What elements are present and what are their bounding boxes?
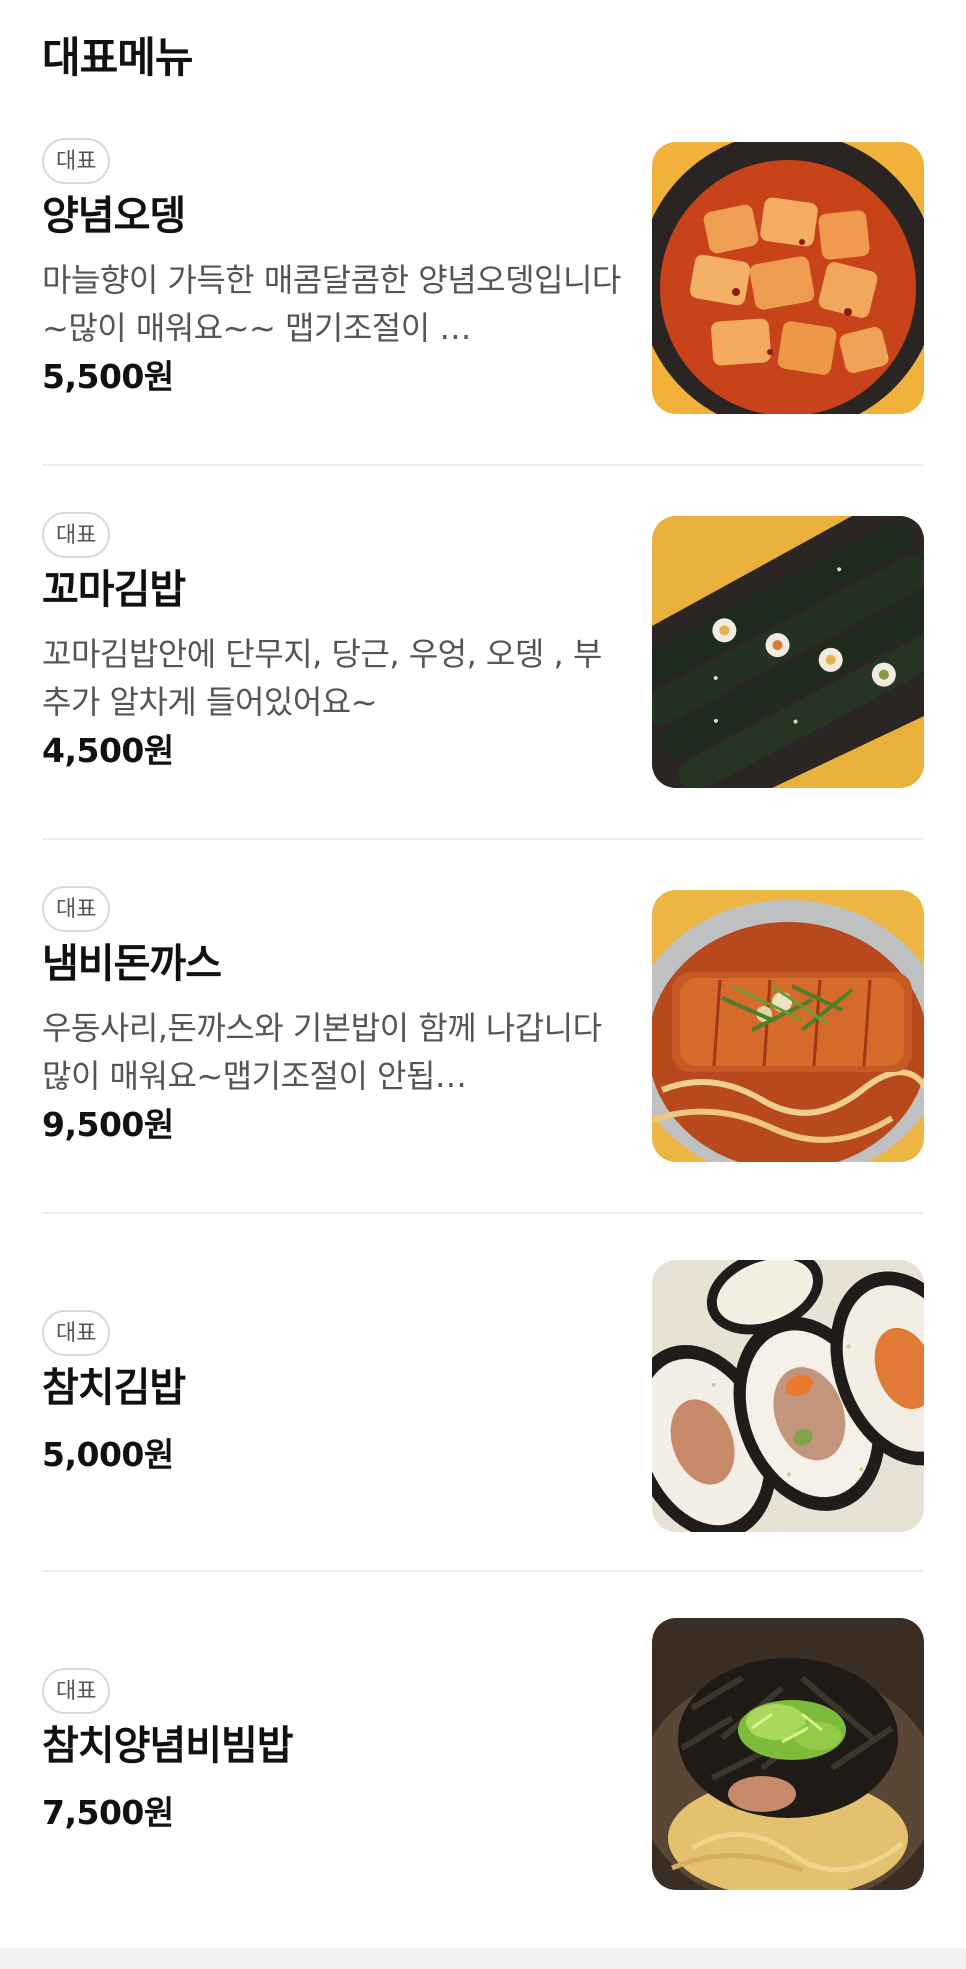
pot-tonkatsu-photo bbox=[652, 890, 924, 1162]
menu-item-info: 대표 냄비돈까스 우동사리,돈까스와 기본밥이 함께 나갑니다 많이 매워요~맵… bbox=[42, 886, 622, 1162]
signature-badge: 대표 bbox=[42, 1668, 111, 1714]
divider bbox=[42, 1212, 924, 1214]
signature-badge: 대표 bbox=[42, 886, 111, 932]
menu-item-price: 9,500원 bbox=[42, 1105, 174, 1144]
menu-item-name: 양념오뎅 bbox=[42, 193, 186, 239]
menu-item-price: 4,500원 bbox=[42, 731, 174, 770]
section-title: 대표메뉴 bbox=[42, 33, 194, 82]
divider bbox=[42, 1570, 924, 1572]
tuna-bibimbap-photo bbox=[652, 1618, 924, 1890]
signature-badge: 대표 bbox=[42, 512, 111, 558]
menu-item-spicy-fishcake[interactable]: 대표 양념오뎅 마늘향이 가득한 매콤달콤한 양념오뎅입니다~많이 매워요~~ … bbox=[42, 138, 924, 414]
menu-item-description: 마늘향이 가득한 매콤달콤한 양념오뎅입니다~많이 매워요~~ 맵기조절이 … bbox=[42, 261, 621, 347]
divider bbox=[42, 464, 924, 466]
menu-item-price: 7,500원 bbox=[42, 1793, 174, 1832]
menu-item-info: 대표 양념오뎅 마늘향이 가득한 매콤달콤한 양념오뎅입니다~많이 매워요~~ … bbox=[42, 138, 622, 414]
menu-item-name: 꼬마김밥 bbox=[42, 567, 186, 613]
menu-item-description: 꼬마김밥안에 단무지, 당근, 우엉, 오뎅 , 부추가 알차게 들어있어요~ bbox=[42, 635, 602, 721]
menu-item-info: 대표 꼬마김밥 꼬마김밥안에 단무지, 당근, 우엉, 오뎅 , 부추가 알차게… bbox=[42, 512, 622, 788]
section-separator bbox=[0, 1948, 966, 1969]
menu-item-name: 냄비돈까스 bbox=[42, 941, 222, 987]
menu-item-name: 참치양념비빔밥 bbox=[42, 1723, 294, 1769]
menu-item-mini-gimbap[interactable]: 대표 꼬마김밥 꼬마김밥안에 단무지, 당근, 우엉, 오뎅 , 부추가 알차게… bbox=[42, 512, 924, 788]
divider bbox=[42, 838, 924, 840]
menu-item-info: 대표 참치양념비빔밥 7,500원 bbox=[42, 1618, 622, 1894]
menu-item-tuna-bibimbap[interactable]: 대표 참치양념비빔밥 7,500원 bbox=[42, 1618, 924, 1894]
menu-item-tuna-gimbap[interactable]: 대표 참치김밥 5,000원 bbox=[42, 1260, 924, 1536]
menu-item-name: 참치김밥 bbox=[42, 1365, 186, 1411]
tuna-gimbap-photo bbox=[652, 1260, 924, 1532]
signature-badge: 대표 bbox=[42, 1310, 111, 1356]
menu-item-info: 대표 참치김밥 5,000원 bbox=[42, 1260, 622, 1536]
menu-page: 대표메뉴 대표 양념오뎅 마늘향이 가득한 매콤달콤한 양념오뎅입니다~많이 매… bbox=[0, 0, 966, 1969]
menu-item-price: 5,000원 bbox=[42, 1435, 174, 1474]
mini-gimbap-photo bbox=[652, 516, 924, 788]
spicy-fishcake-photo bbox=[652, 142, 924, 414]
signature-badge: 대표 bbox=[42, 138, 111, 184]
menu-item-price: 5,500원 bbox=[42, 357, 174, 396]
menu-item-pot-tonkatsu[interactable]: 대표 냄비돈까스 우동사리,돈까스와 기본밥이 함께 나갑니다 많이 매워요~맵… bbox=[42, 886, 924, 1162]
menu-item-description: 우동사리,돈까스와 기본밥이 함께 나갑니다 많이 매워요~맵기조절이 안됩… bbox=[42, 1009, 602, 1095]
